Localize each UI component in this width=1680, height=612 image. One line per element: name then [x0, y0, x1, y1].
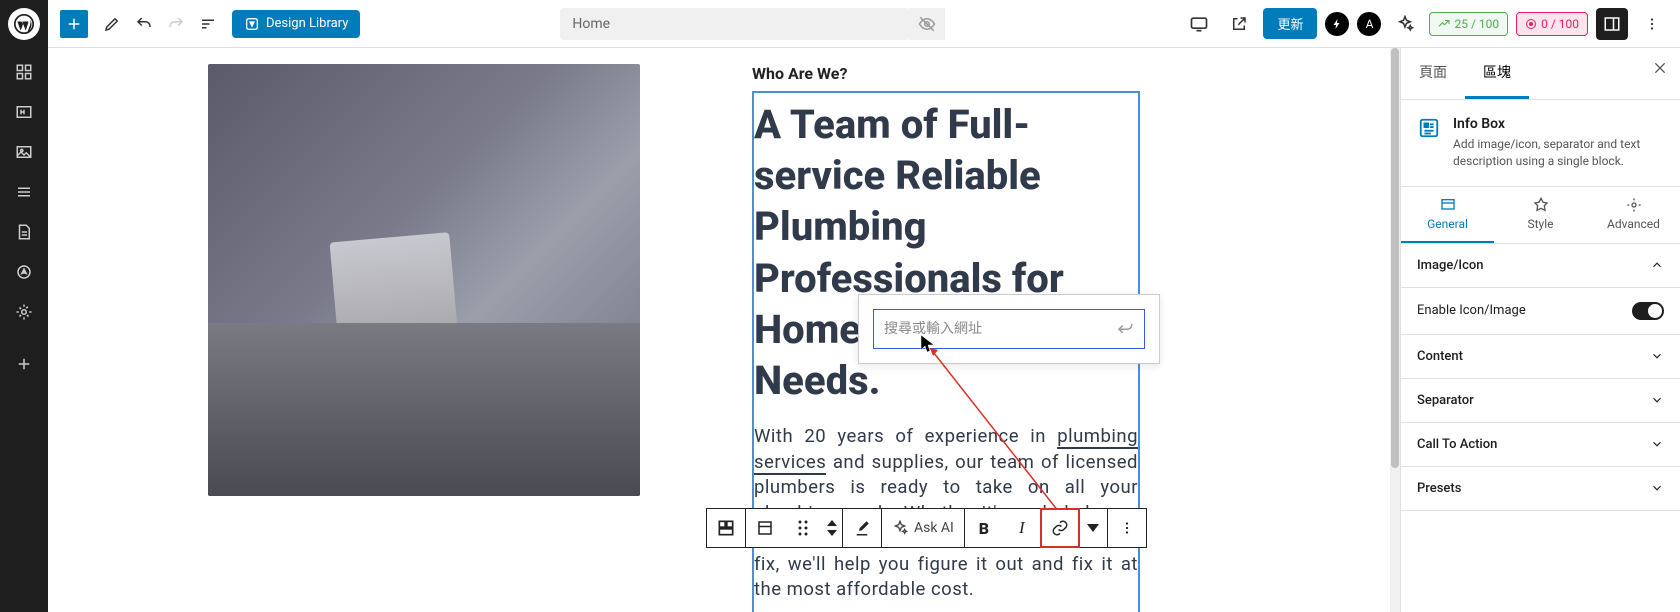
panel-image-icon[interactable]: Image/Icon [1401, 244, 1680, 288]
chevron-down-icon [1650, 393, 1664, 407]
redo-button[interactable] [160, 8, 192, 40]
rail-image-icon[interactable] [8, 136, 40, 168]
wordpress-icon [14, 14, 34, 34]
rail-dashboard-icon[interactable] [8, 56, 40, 88]
update-button[interactable]: 更新 [1263, 8, 1317, 39]
lightning-badge[interactable] [1325, 12, 1349, 36]
sub-tab-general[interactable]: General [1401, 187, 1494, 243]
info-box-icon [1417, 116, 1441, 140]
chevron-up-icon [1650, 258, 1664, 272]
panel-presets[interactable]: Presets [1401, 467, 1680, 511]
block-toolbar: Ask AI B I [706, 508, 1147, 548]
enable-icon-row: Enable Icon/Image [1401, 288, 1680, 335]
hero-image[interactable] [208, 64, 640, 496]
settings-sidebar: 頁面 區塊 Info Box Add image/icon, separator… [1400, 48, 1680, 612]
sidebar-toggle-button[interactable] [1596, 8, 1628, 40]
link-button[interactable] [1040, 508, 1080, 548]
copy-style-button[interactable] [843, 509, 881, 547]
panel-separator[interactable]: Separator [1401, 379, 1680, 423]
block-header: Info Box Add image/icon, separator and t… [1401, 100, 1680, 187]
editor-top-bar: Design Library 更新 A 25 / 100 0 / 100 [48, 0, 1680, 48]
edit-tool-button[interactable] [96, 8, 128, 40]
sub-tab-style[interactable]: Style [1494, 187, 1587, 243]
move-buttons[interactable] [822, 509, 842, 547]
gear-icon [1626, 197, 1642, 213]
enable-icon-toggle[interactable] [1632, 302, 1664, 320]
admin-left-rail [0, 0, 48, 612]
tab-block[interactable]: 區塊 [1465, 48, 1529, 99]
rail-pointer-icon[interactable] [8, 256, 40, 288]
close-sidebar-button[interactable] [1652, 60, 1668, 80]
more-options-button[interactable] [1636, 8, 1668, 40]
general-icon [1440, 197, 1456, 213]
seo-score-badge[interactable]: 25 / 100 [1429, 12, 1508, 36]
readability-score-badge[interactable]: 0 / 100 [1516, 12, 1588, 36]
panel-cta[interactable]: Call To Action [1401, 423, 1680, 467]
chart-up-icon [1438, 18, 1450, 30]
sparkle-button[interactable] [1389, 8, 1421, 40]
link-url-input[interactable] [884, 321, 1116, 337]
sparkle-icon [892, 520, 908, 536]
drag-handle-button[interactable] [784, 509, 822, 547]
add-block-button[interactable] [60, 10, 88, 38]
sidebar-tabs: 頁面 區塊 [1401, 48, 1680, 100]
chevron-down-icon [1650, 349, 1664, 363]
page-title-input[interactable] [560, 8, 910, 40]
design-library-button[interactable]: Design Library [232, 10, 360, 38]
panel-content[interactable]: Content [1401, 335, 1680, 379]
chevron-down-icon [1650, 481, 1664, 495]
block-card-button[interactable] [746, 509, 784, 547]
list-view-button[interactable] [192, 8, 224, 40]
tab-page[interactable]: 頁面 [1401, 48, 1465, 99]
top-bar-right-tools: 更新 A 25 / 100 0 / 100 [1183, 8, 1668, 40]
rail-add-icon[interactable] [8, 348, 40, 380]
ask-ai-button[interactable]: Ask AI [882, 509, 964, 547]
target-icon [1525, 18, 1537, 30]
chevron-down-icon [1650, 437, 1664, 451]
canvas-scrollbar[interactable] [1390, 48, 1400, 612]
bold-button[interactable]: B [965, 509, 1003, 547]
block-name: Info Box [1453, 116, 1664, 132]
undo-button[interactable] [128, 8, 160, 40]
block-more-button[interactable] [1108, 509, 1146, 547]
link-submit-icon[interactable] [1116, 318, 1134, 340]
design-library-icon [244, 16, 260, 32]
wordpress-logo[interactable] [8, 8, 40, 40]
more-formatting-button[interactable] [1079, 509, 1107, 547]
sub-tab-advanced[interactable]: Advanced [1587, 187, 1680, 243]
design-library-label: Design Library [266, 16, 348, 31]
enable-icon-label: Enable Icon/Image [1417, 303, 1526, 318]
style-icon [1533, 197, 1549, 213]
cursor-pointer-icon [920, 334, 936, 354]
block-type-button[interactable] [707, 509, 745, 547]
link-url-popup [858, 294, 1160, 364]
rail-page-icon[interactable] [8, 216, 40, 248]
block-description: Add image/icon, separator and text descr… [1453, 136, 1664, 170]
link-input-wrap [873, 309, 1145, 349]
astra-badge[interactable]: A [1357, 12, 1381, 36]
italic-button[interactable]: I [1003, 509, 1041, 547]
rail-list-icon[interactable] [8, 176, 40, 208]
external-view-button[interactable] [1223, 8, 1255, 40]
visibility-button[interactable] [909, 8, 945, 40]
block-sub-tabs: General Style Advanced [1401, 187, 1680, 244]
rail-heading-icon[interactable] [8, 96, 40, 128]
rail-gear-icon[interactable] [8, 296, 40, 328]
eyebrow-heading[interactable]: Who Are We? [752, 64, 1140, 83]
device-preview-button[interactable] [1183, 8, 1215, 40]
